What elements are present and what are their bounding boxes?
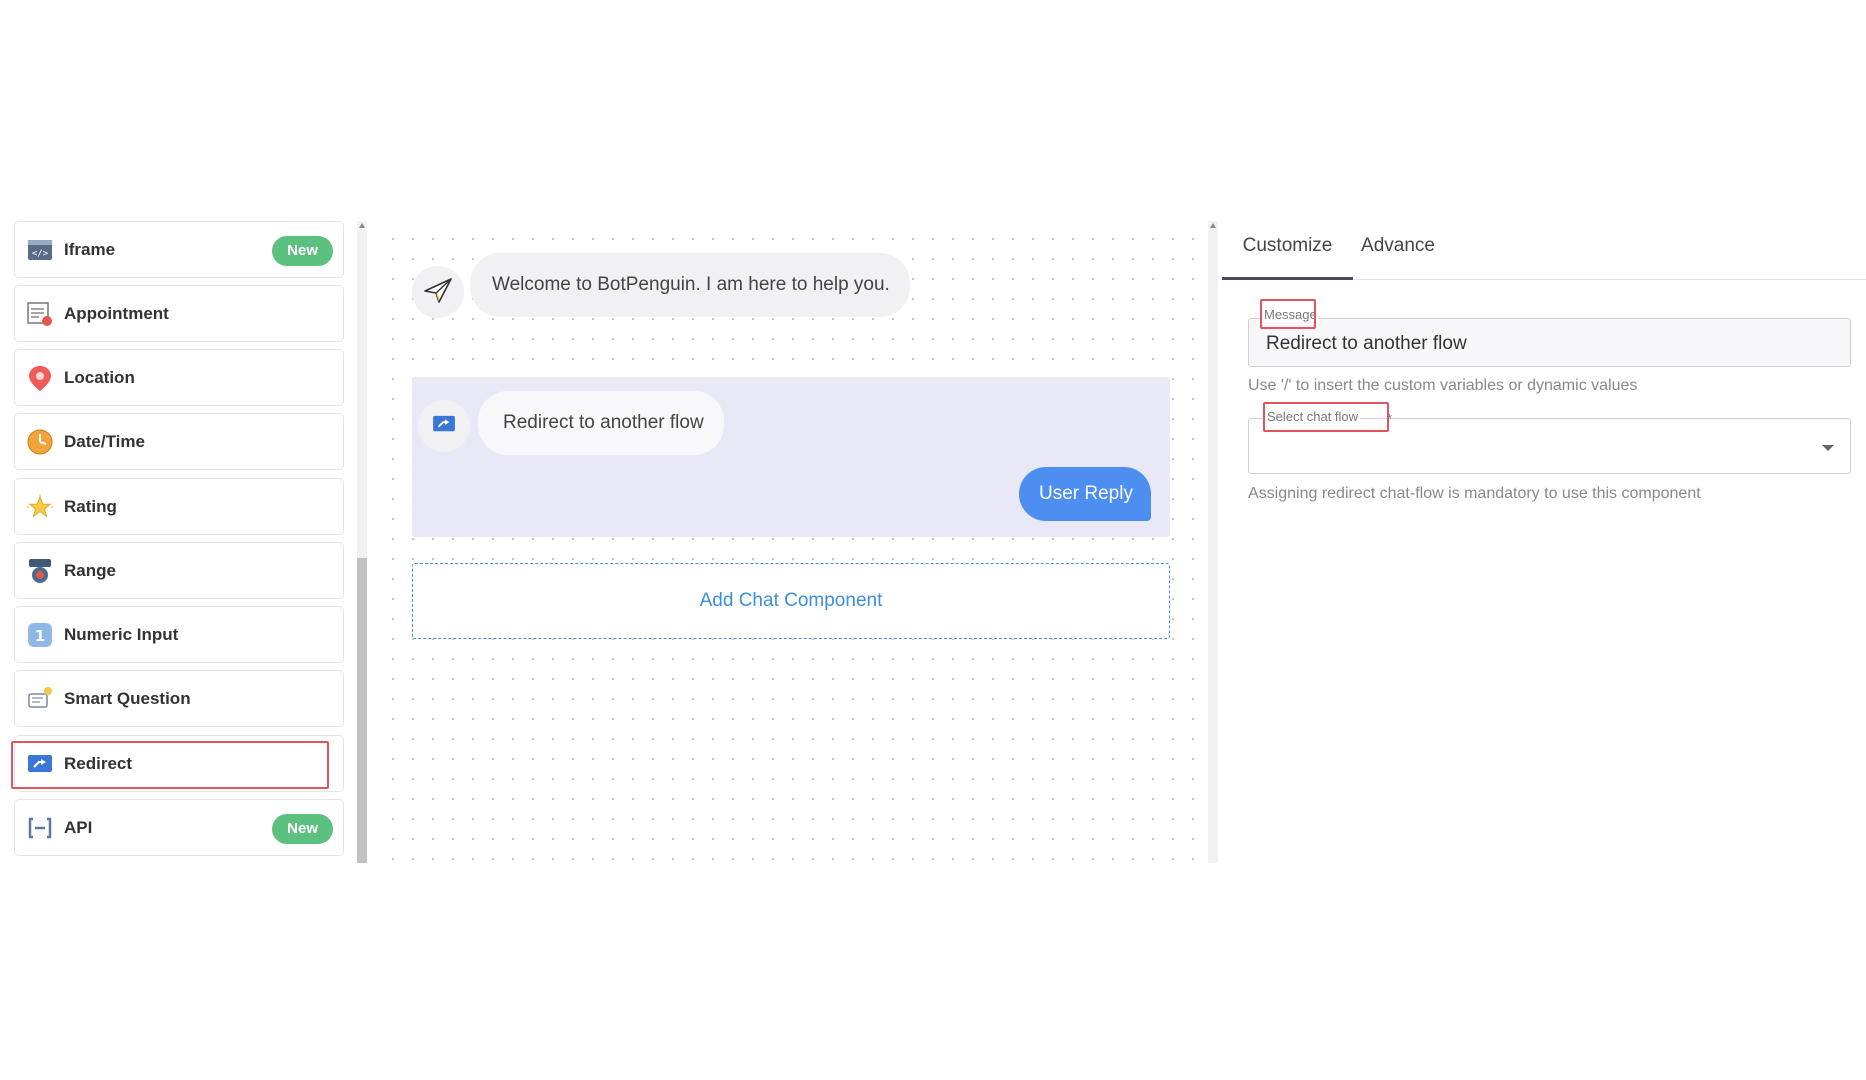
iframe-icon: </> (27, 237, 53, 263)
component-sidebar: </> Iframe New Appointment Location Date… (14, 221, 344, 863)
redirect-flow-card[interactable]: Redirect to another flow User Reply (412, 377, 1170, 537)
sidebar-item-label: Location (64, 367, 135, 387)
sidebar-item-label: Iframe (64, 239, 116, 259)
paper-plane-icon (423, 276, 453, 309)
welcome-message-bubble[interactable]: Welcome to BotPenguin. I am here to help… (470, 253, 910, 317)
sidebar-item-location[interactable]: Location (14, 349, 344, 406)
svg-text:1: 1 (35, 627, 45, 645)
clock-icon (27, 429, 53, 455)
chat-flow-label: Select chat flow (1265, 409, 1361, 424)
scrollbar-thumb[interactable] (357, 558, 367, 863)
scroll-up-arrow-icon[interactable] (359, 223, 365, 228)
sidebar-item-datetime[interactable]: Date/Time (14, 413, 344, 470)
tab-customize[interactable]: Customize (1222, 221, 1353, 280)
sidebar-item-numeric-input[interactable]: 1 Numeric Input (14, 606, 344, 663)
properties-panel: Customize Advance Redirect to another fl… (1222, 221, 1866, 863)
tab-advance[interactable]: Advance (1353, 221, 1443, 280)
bot-avatar (412, 266, 464, 318)
required-asterisk: * (1387, 411, 1393, 426)
redirect-message-bubble[interactable]: Redirect to another flow (478, 391, 724, 455)
sidebar-item-smart-question[interactable]: Smart Question (14, 670, 344, 727)
sidebar-item-range[interactable]: Range (14, 542, 344, 599)
scroll-up-arrow-icon[interactable] (1210, 223, 1216, 228)
new-badge: New (272, 814, 333, 844)
new-badge: New (272, 236, 333, 266)
user-reply-button[interactable]: User Reply (1019, 467, 1151, 521)
message-label: Message (1262, 307, 1319, 322)
smart-question-icon (27, 686, 53, 712)
redirect-icon (27, 751, 53, 777)
sidebar-item-label: Numeric Input (64, 624, 179, 644)
sidebar-item-appointment[interactable]: Appointment (14, 285, 344, 342)
sidebar-item-label: Range (64, 560, 116, 580)
welcome-message-row: Welcome to BotPenguin. I am here to help… (412, 253, 910, 318)
api-icon (27, 815, 53, 841)
sidebar-item-label: Redirect (64, 753, 133, 773)
chat-flow-select[interactable] (1248, 418, 1851, 474)
message-hint: Use '/' to insert the custom variables o… (1248, 377, 1638, 394)
add-component-label: Add Chat Component (699, 590, 883, 611)
sidebar-item-label: Rating (64, 496, 117, 516)
sidebar-item-iframe[interactable]: </> Iframe New (14, 221, 344, 278)
svg-text:</>: </> (32, 249, 49, 259)
location-pin-icon (27, 365, 53, 391)
sidebar-item-label: API (64, 817, 93, 837)
message-field-value: Redirect to another flow (1266, 333, 1467, 354)
add-chat-component-button[interactable]: Add Chat Component (412, 563, 1170, 639)
redirect-icon (432, 414, 456, 439)
sidebar-item-redirect[interactable]: Redirect (14, 735, 344, 792)
appointment-icon (27, 301, 53, 327)
message-field[interactable]: Redirect to another flow (1248, 318, 1851, 367)
chevron-down-icon[interactable] (1822, 445, 1834, 451)
numeric-icon: 1 (27, 622, 53, 648)
sidebar-item-api[interactable]: API New (14, 799, 344, 856)
sidebar-item-label: Date/Time (64, 431, 145, 451)
panel-tabs: Customize Advance (1222, 221, 1866, 280)
canvas-scrollbar[interactable] (1208, 221, 1218, 863)
sidebar-item-label: Smart Question (64, 688, 191, 708)
range-icon (27, 558, 53, 584)
chat-flow-hint: Assigning redirect chat-flow is mandator… (1248, 485, 1701, 502)
sidebar-item-rating[interactable]: Rating (14, 478, 344, 535)
redirect-avatar (418, 400, 470, 452)
sidebar-item-label: Appointment (64, 303, 169, 323)
chat-flow-canvas: Welcome to BotPenguin. I am here to help… (375, 221, 1203, 863)
sidebar-scrollbar[interactable] (357, 221, 367, 863)
star-icon (27, 493, 53, 520)
